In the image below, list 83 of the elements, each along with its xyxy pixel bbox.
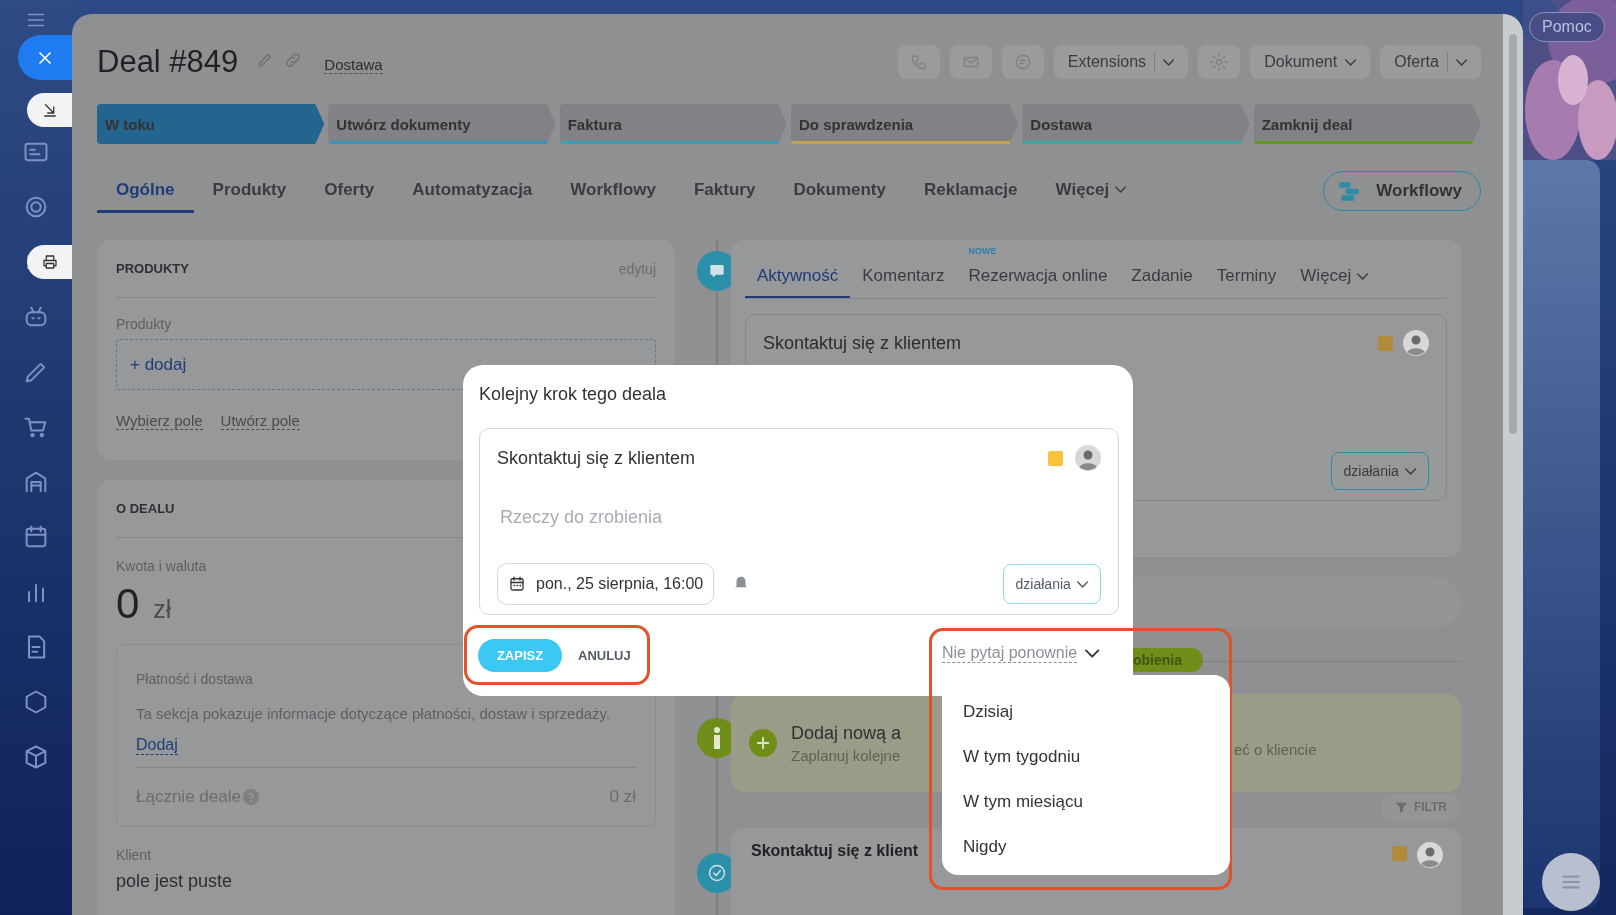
tab[interactable]: Oferty bbox=[305, 169, 394, 213]
menu-item[interactable]: W tym tygodniu bbox=[942, 734, 1230, 779]
field-label: Klient bbox=[116, 847, 153, 863]
minimize-button[interactable] bbox=[27, 93, 72, 127]
history-title: Skontaktuj się z klient bbox=[751, 842, 919, 860]
add-activity-title: Dodaj nową a bbox=[791, 722, 902, 744]
tab[interactable]: Produkty bbox=[193, 169, 306, 213]
tab[interactable]: Automatyzacja bbox=[393, 169, 552, 213]
activity-tab[interactable]: Więcej bbox=[1288, 266, 1381, 298]
stage-step[interactable]: Dostawa bbox=[1022, 104, 1250, 144]
field-link[interactable]: Wybierz pole bbox=[116, 412, 203, 430]
chevron-down-icon bbox=[1085, 649, 1100, 658]
field-link[interactable]: Utwórz pole bbox=[220, 412, 300, 430]
chevron-down-icon bbox=[1076, 580, 1088, 588]
gear-icon bbox=[1209, 52, 1230, 72]
printer-icon bbox=[40, 253, 59, 271]
task-title: Skontaktuj się z klientem bbox=[497, 447, 696, 469]
add-activity-hint: Zaplanuj kolejne bbox=[791, 746, 902, 764]
scrollbar-thumb[interactable] bbox=[1509, 34, 1517, 434]
check-glyph bbox=[707, 863, 727, 883]
help-button[interactable]: Pomoc bbox=[1529, 12, 1605, 42]
section-title: O DEALU bbox=[116, 501, 175, 516]
stage-step[interactable]: Utwórz dokumenty bbox=[328, 104, 556, 144]
actions-button[interactable]: działania bbox=[1330, 452, 1429, 490]
tab[interactable]: Workflowy bbox=[551, 169, 675, 213]
funnel-icon bbox=[1394, 800, 1408, 814]
deal-title: Deal #849 bbox=[97, 44, 239, 80]
tab[interactable]: Ogólne bbox=[97, 169, 194, 213]
stage-step[interactable]: Do sprawdzenia bbox=[791, 104, 1019, 144]
field-label: Produkty bbox=[116, 316, 173, 332]
phone-icon bbox=[909, 53, 928, 71]
new-label: NOWE bbox=[968, 246, 997, 256]
activity-tab[interactable]: Zadanie bbox=[1119, 266, 1205, 298]
extensions-button[interactable]: Extensions bbox=[1053, 45, 1189, 79]
chevron-down-icon bbox=[1163, 58, 1175, 66]
tab[interactable]: Więcej bbox=[1036, 169, 1146, 213]
menu-item[interactable]: Nigdy bbox=[942, 824, 1230, 869]
offer-button[interactable]: Oferta bbox=[1380, 45, 1481, 79]
activity-tab[interactable]: Terminy bbox=[1204, 266, 1289, 298]
chevron-down-icon bbox=[1115, 186, 1127, 193]
avatar-icon bbox=[1417, 842, 1443, 868]
plus-glyph bbox=[754, 734, 772, 752]
tab[interactable]: Dokumenty bbox=[774, 169, 905, 213]
add-activity-hint: eć o kliencie bbox=[1234, 741, 1317, 758]
chevron-down-icon bbox=[1357, 272, 1369, 280]
close-button[interactable] bbox=[18, 35, 72, 80]
stage-step[interactable]: W toku bbox=[97, 104, 325, 144]
chevron-down-icon bbox=[1455, 58, 1467, 66]
dont-ask-dropdown[interactable]: Nie pytaj ponownie bbox=[942, 644, 1100, 663]
client-value: pole jest puste bbox=[116, 871, 234, 892]
plus-icon[interactable] bbox=[749, 729, 777, 757]
save-button[interactable]: ZAPISZ bbox=[478, 638, 562, 672]
chat-icon bbox=[1013, 53, 1032, 71]
tab[interactable]: Faktury bbox=[674, 169, 775, 213]
add-link[interactable]: Dodaj bbox=[136, 736, 178, 755]
chevron-down-icon bbox=[1345, 58, 1357, 66]
stage-step[interactable]: Zamknij deal bbox=[1253, 104, 1481, 144]
cancel-button[interactable]: ANULUJ bbox=[570, 647, 639, 663]
section-title: PRODUKTY bbox=[116, 261, 189, 276]
activity-tab[interactable]: Aktywność bbox=[745, 266, 851, 298]
tab[interactable]: Reklamacje bbox=[904, 169, 1037, 213]
date-picker[interactable]: pon., 25 sierpnia, 16:00 bbox=[497, 563, 715, 605]
menu-item[interactable]: Dzisiaj bbox=[942, 689, 1230, 734]
amount-value: 0 bbox=[116, 580, 140, 628]
actions-button[interactable]: działania bbox=[1002, 564, 1101, 604]
stage-dropdown[interactable]: Dostawa bbox=[324, 56, 383, 74]
status-badge: obienia bbox=[1133, 648, 1203, 672]
menu-item[interactable]: W tym miesiącu bbox=[942, 779, 1230, 824]
priority-marker bbox=[1048, 450, 1063, 466]
calendar-icon bbox=[508, 575, 526, 593]
priority-marker bbox=[1392, 846, 1407, 861]
priority-marker bbox=[1378, 335, 1393, 351]
currency-label: zł bbox=[153, 595, 172, 624]
avatar-icon bbox=[1075, 445, 1101, 471]
task-title: Skontaktuj się z klientem bbox=[763, 332, 962, 354]
print-button[interactable] bbox=[27, 245, 72, 279]
activity-tab[interactable]: Komentarz bbox=[850, 266, 957, 298]
avatar-icon bbox=[1403, 330, 1429, 356]
chevron-down-icon bbox=[1404, 467, 1416, 475]
bubble-glyph bbox=[708, 262, 726, 280]
document-button[interactable]: Dokument bbox=[1250, 45, 1371, 79]
stage-step[interactable]: Faktura bbox=[559, 104, 787, 144]
description-field[interactable]: Rzeczy do zrobienia bbox=[500, 507, 900, 528]
